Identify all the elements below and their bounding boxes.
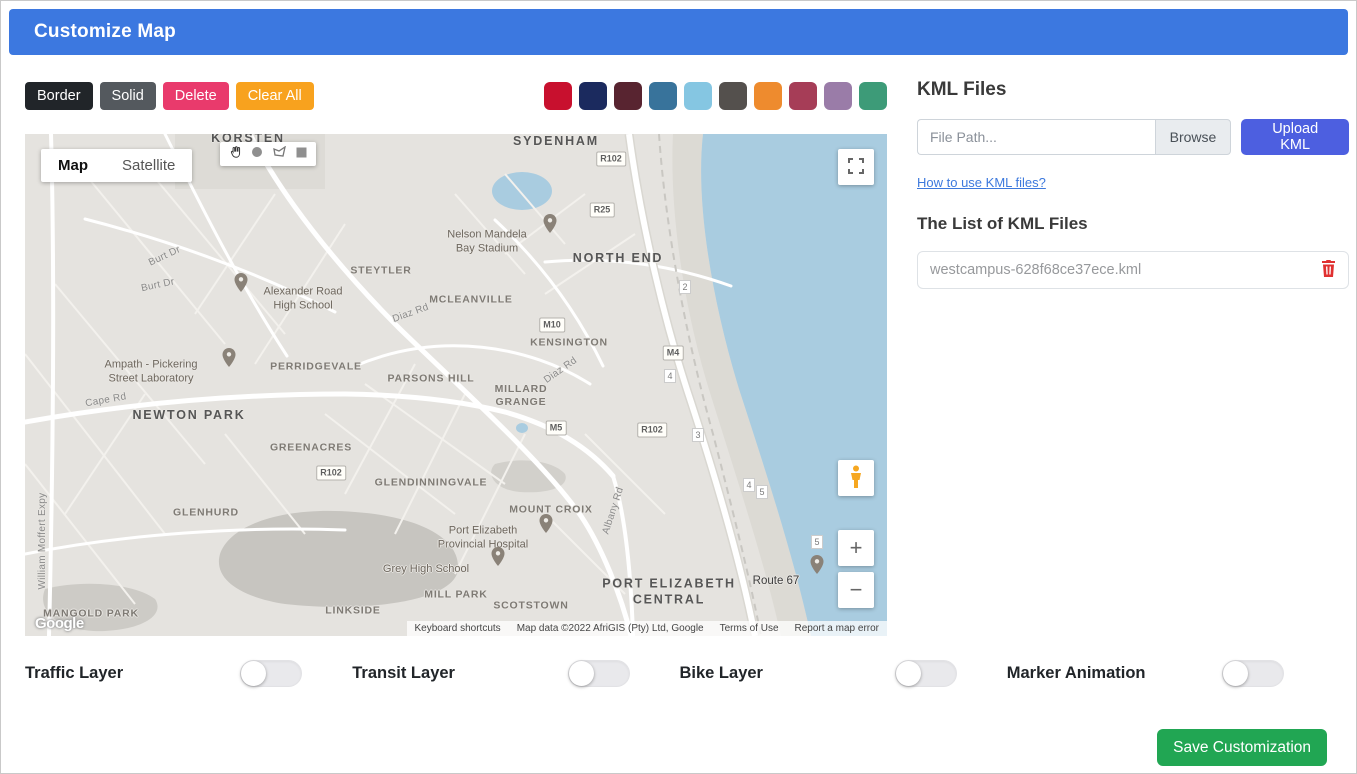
fullscreen-button[interactable]: [838, 149, 874, 185]
traffic-layer-group: Traffic Layer: [25, 653, 352, 693]
kml-file-name: westcampus-628f68ce37ece.kml: [930, 262, 1141, 278]
delete-kml-file-button[interactable]: [1321, 260, 1336, 280]
bike-layer-group: Bike Layer: [680, 653, 1007, 693]
zoom-out-button[interactable]: −: [838, 572, 874, 608]
map-type-satellite[interactable]: Satellite: [105, 149, 192, 182]
border-button[interactable]: Border: [25, 82, 93, 110]
color-swatch[interactable]: [789, 82, 817, 110]
kml-title: KML Files: [917, 79, 1349, 101]
bike-layer-toggle[interactable]: [895, 660, 957, 687]
trash-icon: [1321, 260, 1336, 280]
pegman-icon: [849, 465, 863, 492]
toggle-knob: [241, 661, 266, 686]
zoom-in-button[interactable]: +: [838, 530, 874, 566]
kml-upload-row: Browse Upload KML: [917, 119, 1349, 155]
transit-layer-group: Transit Layer: [352, 653, 679, 693]
map-type-map[interactable]: Map: [41, 149, 105, 182]
traffic-layer-label: Traffic Layer: [25, 664, 123, 683]
file-path-input[interactable]: [917, 119, 1155, 155]
toggle-knob: [569, 661, 594, 686]
terms-of-use-link[interactable]: Terms of Use: [720, 623, 779, 634]
browse-button[interactable]: Browse: [1155, 119, 1232, 155]
circle-icon: [251, 145, 263, 163]
report-map-error-link[interactable]: Report a map error: [795, 623, 879, 634]
marker-animation-toggle[interactable]: [1222, 660, 1284, 687]
map-data-credit: Map data ©2022 AfriGIS (Pty) Ltd, Google: [517, 623, 704, 634]
keyboard-shortcuts-link[interactable]: Keyboard shortcuts: [415, 623, 501, 634]
page-header: Customize Map: [9, 9, 1348, 55]
layer-toggles: Traffic Layer Transit Layer Bike Layer Mark…: [25, 653, 1334, 693]
draw-rectangle-tool[interactable]: [290, 143, 312, 165]
draw-polygon-tool[interactable]: [268, 143, 290, 165]
street-view-pegman-button[interactable]: [838, 460, 874, 496]
toggle-knob: [896, 661, 921, 686]
customize-map-page: Customize Map BorderSolidDeleteClear All…: [0, 0, 1357, 774]
kml-panel: KML Files Browse Upload KML How to use K…: [917, 79, 1349, 289]
color-swatch[interactable]: [579, 82, 607, 110]
color-swatch[interactable]: [754, 82, 782, 110]
map-attribution: Keyboard shortcuts Map data ©2022 AfriGI…: [407, 621, 887, 636]
color-swatch[interactable]: [649, 82, 677, 110]
solid-button[interactable]: Solid: [100, 82, 156, 110]
fullscreen-icon: [848, 158, 864, 177]
google-logo: Google: [35, 615, 84, 632]
upload-kml-button[interactable]: Upload KML: [1241, 119, 1349, 155]
kml-file-row: westcampus-628f68ce37ece.kml: [917, 251, 1349, 289]
transit-layer-toggle[interactable]: [568, 660, 630, 687]
map-background: [25, 134, 887, 636]
map-canvas[interactable]: KORSTENSYDENHAMNORTH ENDNEWTON PARKPORT …: [25, 134, 887, 636]
map-toolbar: BorderSolidDeleteClear All: [25, 81, 887, 111]
color-swatch[interactable]: [614, 82, 642, 110]
color-swatch[interactable]: [544, 82, 572, 110]
transit-layer-label: Transit Layer: [352, 664, 455, 683]
map-type-control: Map Satellite: [41, 149, 192, 182]
marker-animation-group: Marker Animation: [1007, 653, 1334, 693]
color-swatch[interactable]: [859, 82, 887, 110]
toggle-knob: [1223, 661, 1248, 686]
bike-layer-label: Bike Layer: [680, 664, 763, 683]
page-title: Customize Map: [34, 21, 176, 43]
delete-button[interactable]: Delete: [163, 82, 229, 110]
color-swatch[interactable]: [684, 82, 712, 110]
pan-hand-tool[interactable]: [224, 143, 246, 165]
kml-list-title: The List of KML Files: [917, 214, 1349, 234]
polygon-icon: [273, 145, 286, 163]
draw-circle-tool[interactable]: [246, 143, 268, 165]
color-swatch[interactable]: [719, 82, 747, 110]
color-swatch[interactable]: [824, 82, 852, 110]
rectangle-icon: [296, 145, 307, 163]
marker-animation-label: Marker Animation: [1007, 664, 1146, 683]
drawing-toolbar: [220, 142, 316, 166]
kml-help-link[interactable]: How to use KML files?: [917, 175, 1046, 190]
style-buttons: BorderSolidDeleteClear All: [25, 82, 314, 110]
color-swatches: [544, 82, 887, 110]
hand-icon: [229, 145, 242, 164]
traffic-layer-toggle[interactable]: [240, 660, 302, 687]
clear-all-button[interactable]: Clear All: [236, 82, 314, 110]
save-customization-button[interactable]: Save Customization: [1157, 729, 1327, 766]
